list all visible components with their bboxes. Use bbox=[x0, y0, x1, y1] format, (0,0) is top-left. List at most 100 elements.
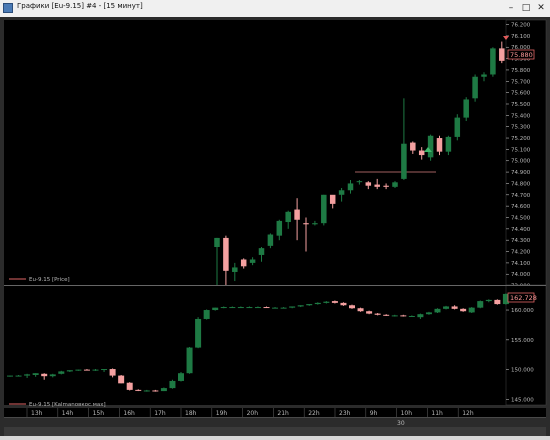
indicator-candle-body bbox=[66, 370, 73, 372]
price-candle-body bbox=[463, 99, 469, 118]
price-axis-tick-label: 75.200 bbox=[511, 136, 531, 142]
indicator-candle-body bbox=[383, 314, 390, 316]
price-candle-body bbox=[312, 223, 318, 225]
indicator-candle-body bbox=[485, 299, 492, 302]
indicator-candle-body bbox=[289, 306, 296, 308]
indicator-candle-body bbox=[15, 375, 22, 377]
indicator-candle bbox=[477, 300, 484, 309]
price-candle-body bbox=[454, 117, 461, 137]
indicator-candle-body bbox=[75, 369, 82, 371]
indicator-candle bbox=[468, 307, 475, 314]
indicator-candle-body bbox=[203, 310, 210, 319]
indicator-candle-body bbox=[349, 305, 355, 309]
price-axis-tick-label: 75.600 bbox=[511, 91, 531, 97]
time-axis-label: 23h bbox=[339, 410, 351, 417]
indicator-candle-body bbox=[118, 375, 125, 384]
indicator-candle-body bbox=[143, 390, 150, 392]
price-candle-body bbox=[240, 259, 247, 267]
indicator-candle-body bbox=[280, 307, 287, 309]
indicator-candle bbox=[494, 299, 501, 305]
price-axis-tick-label: 75.500 bbox=[511, 102, 531, 108]
price-axis-tick-label: 75.800 bbox=[511, 68, 531, 74]
time-axis-label: 21h bbox=[277, 410, 289, 417]
time-axis-label: 11h bbox=[431, 410, 443, 417]
title-bar[interactable]: Графики [Eu-9.15] #4 - [15 минут] – □ ✕ bbox=[0, 0, 550, 18]
indicator-candle-body bbox=[32, 373, 39, 375]
price-axis-tick-label: 74.100 bbox=[511, 261, 531, 267]
indicator-candle-body bbox=[357, 308, 364, 312]
indicator-candle-body bbox=[92, 369, 99, 371]
current-value-tag: 162.728 bbox=[510, 294, 537, 302]
indicator-candle-body bbox=[451, 306, 458, 309]
maximize-button[interactable]: □ bbox=[519, 1, 533, 15]
indicator-candle-body bbox=[263, 307, 270, 309]
date-label: 30 bbox=[397, 420, 405, 427]
indicator-axis-tick-label: 160.000 bbox=[511, 308, 534, 314]
indicator-candle-body bbox=[195, 318, 202, 348]
price-axis-tick-label: 76.200 bbox=[511, 23, 531, 29]
chart-canvas[interactable]: 76.20076.10076.00075.90075.80075.70075.6… bbox=[0, 17, 550, 436]
price-candle-body bbox=[338, 190, 345, 195]
price-candle-body bbox=[481, 74, 487, 77]
indicator-candle-body bbox=[434, 308, 441, 313]
indicator-candle-body bbox=[220, 307, 227, 309]
chart-frame: 76.200 76.100 76.000 75.900 75.800 75.700 75.6… bbox=[0, 17, 550, 436]
indicator-candle-body bbox=[443, 306, 450, 309]
price-axis-tick-label: 75.100 bbox=[511, 147, 531, 153]
price-axis-tick-label: 74.800 bbox=[511, 181, 531, 187]
price-axis-tick-label: 75.300 bbox=[511, 125, 531, 131]
indicator-candle bbox=[118, 374, 125, 384]
minimize-button[interactable]: – bbox=[504, 1, 518, 15]
price-candle-body bbox=[276, 220, 283, 236]
indicator-candle-body bbox=[212, 307, 219, 311]
indicator-candle-body bbox=[477, 301, 484, 308]
indicator-candle-body bbox=[229, 307, 236, 309]
indicator-candle-body bbox=[135, 389, 142, 391]
indicator-candle-body bbox=[460, 308, 467, 312]
price-candle-body bbox=[356, 181, 363, 183]
indicator-axis[interactable] bbox=[505, 284, 547, 406]
price-candle-body bbox=[294, 209, 300, 220]
price-axis-tick-label: 74.300 bbox=[511, 238, 531, 244]
indicator-candle-body bbox=[109, 369, 116, 376]
indicator-candle bbox=[195, 317, 202, 349]
price-candle-body bbox=[365, 182, 372, 186]
indicator-candle-body bbox=[374, 313, 381, 315]
indicator-candle-body bbox=[340, 302, 347, 306]
price-candle-body bbox=[258, 248, 265, 255]
price-axis-tick-label: 74.900 bbox=[511, 170, 531, 176]
indicator-candle-body bbox=[331, 301, 338, 303]
indicator-candle-body bbox=[366, 311, 373, 314]
horizontal-scrollbar[interactable] bbox=[4, 427, 546, 436]
close-button[interactable]: ✕ bbox=[534, 1, 548, 15]
price-candle bbox=[321, 194, 327, 226]
price-candle-body bbox=[303, 223, 309, 225]
indicator-candle bbox=[126, 382, 133, 391]
indicator-candle-body bbox=[186, 347, 193, 374]
indicator-candle-body bbox=[391, 315, 398, 317]
indicator-candle-body bbox=[49, 374, 56, 377]
indicator-plot-area[interactable] bbox=[4, 285, 506, 405]
price-axis-tick-label: 74.500 bbox=[511, 215, 531, 221]
indicator-candle-body bbox=[24, 374, 31, 376]
indicator-candle-body bbox=[297, 305, 304, 307]
indicator-candle bbox=[178, 372, 184, 382]
indicator-candle-body bbox=[494, 299, 501, 305]
indicator-candle-body bbox=[169, 380, 176, 389]
indicator-candle-body bbox=[152, 390, 159, 392]
price-axis-tick-label: 74.700 bbox=[511, 193, 531, 199]
time-axis-label: 19h bbox=[216, 410, 228, 417]
indicator-candle bbox=[203, 309, 210, 320]
price-candle-body bbox=[321, 194, 327, 224]
price-axis-tick-label: 75.000 bbox=[511, 159, 531, 165]
price-candle-body bbox=[267, 234, 274, 246]
indicator-candle-body bbox=[417, 314, 424, 318]
price-candle-body bbox=[418, 150, 425, 156]
indicator-candle-body bbox=[160, 388, 167, 392]
time-axis-label: 9h bbox=[370, 410, 378, 417]
indicator-axis-tick-label: 145.000 bbox=[511, 397, 534, 403]
price-axis-tick-label: 74.600 bbox=[511, 204, 531, 210]
price-candle-body bbox=[472, 76, 478, 99]
indicator-candle-body bbox=[400, 315, 407, 317]
price-candle-body bbox=[214, 237, 220, 248]
